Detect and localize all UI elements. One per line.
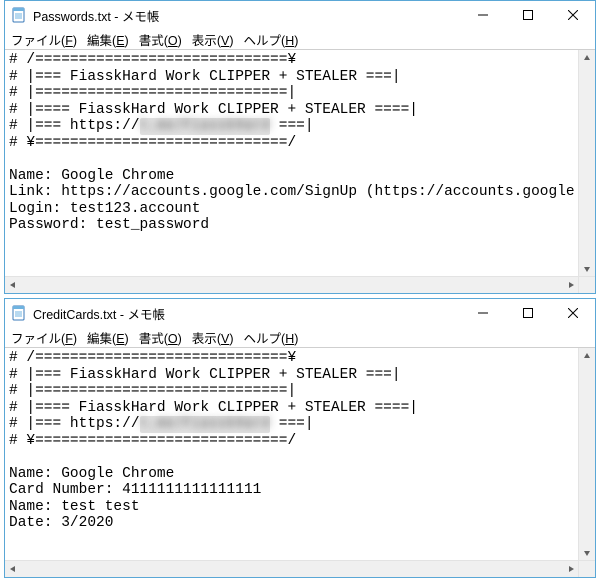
scroll-down-icon[interactable]	[579, 545, 595, 561]
close-button[interactable]	[550, 1, 595, 29]
menu-format[interactable]: 書式(O)	[137, 30, 184, 49]
notepad-icon	[11, 7, 27, 23]
maximize-button[interactable]	[505, 1, 550, 29]
text-body[interactable]: # /=============================¥ # |===…	[5, 348, 595, 534]
menu-file[interactable]: ファイル(F)	[9, 30, 79, 49]
window-title: Passwords.txt - メモ帳	[33, 6, 460, 25]
minimize-button[interactable]	[460, 1, 505, 29]
menu-edit[interactable]: 編集(E)	[85, 30, 131, 49]
minimize-button[interactable]	[460, 299, 505, 327]
window-controls	[460, 299, 595, 327]
menu-bar: ファイル(F) 編集(E) 書式(O) 表示(V) ヘルプ(H)	[5, 327, 595, 347]
maximize-button[interactable]	[505, 299, 550, 327]
window-title: CreditCards.txt - メモ帳	[33, 304, 460, 323]
scrollbar-horizontal[interactable]	[5, 276, 579, 293]
menu-help[interactable]: ヘルプ(H)	[242, 30, 301, 49]
scroll-right-icon[interactable]	[563, 277, 579, 293]
scroll-left-icon[interactable]	[5, 277, 21, 293]
menu-format[interactable]: 書式(O)	[137, 328, 184, 347]
scroll-down-icon[interactable]	[579, 261, 595, 277]
menu-bar: ファイル(F) 編集(E) 書式(O) 表示(V) ヘルプ(H)	[5, 29, 595, 49]
notepad-window-creditcards: CreditCards.txt - メモ帳 ファイル(F) 編集(E) 書式(O…	[4, 298, 596, 578]
scroll-up-icon[interactable]	[579, 50, 595, 66]
redacted-url: t.me/FiasskHard	[140, 416, 271, 433]
menu-file[interactable]: ファイル(F)	[9, 328, 79, 347]
notepad-window-passwords: Passwords.txt - メモ帳 ファイル(F) 編集(E) 書式(O) …	[4, 0, 596, 294]
scrollbar-corner	[578, 560, 595, 577]
text-area[interactable]: # /=============================¥ # |===…	[5, 347, 595, 577]
menu-view[interactable]: 表示(V)	[190, 30, 236, 49]
scroll-up-icon[interactable]	[579, 348, 595, 364]
text-body[interactable]: # /=============================¥ # |===…	[5, 50, 595, 236]
menu-edit[interactable]: 編集(E)	[85, 328, 131, 347]
redacted-url: t.me/FiasskHard	[140, 118, 271, 135]
menu-view[interactable]: 表示(V)	[190, 328, 236, 347]
scrollbar-vertical[interactable]	[578, 50, 595, 277]
scrollbar-corner	[578, 276, 595, 293]
scroll-right-icon[interactable]	[563, 561, 579, 577]
close-button[interactable]	[550, 299, 595, 327]
scrollbar-horizontal[interactable]	[5, 560, 579, 577]
text-area[interactable]: # /=============================¥ # |===…	[5, 49, 595, 293]
scroll-left-icon[interactable]	[5, 561, 21, 577]
window-controls	[460, 1, 595, 29]
title-bar[interactable]: CreditCards.txt - メモ帳	[5, 299, 595, 327]
title-bar[interactable]: Passwords.txt - メモ帳	[5, 1, 595, 29]
notepad-icon	[11, 305, 27, 321]
scrollbar-vertical[interactable]	[578, 348, 595, 561]
menu-help[interactable]: ヘルプ(H)	[242, 328, 301, 347]
